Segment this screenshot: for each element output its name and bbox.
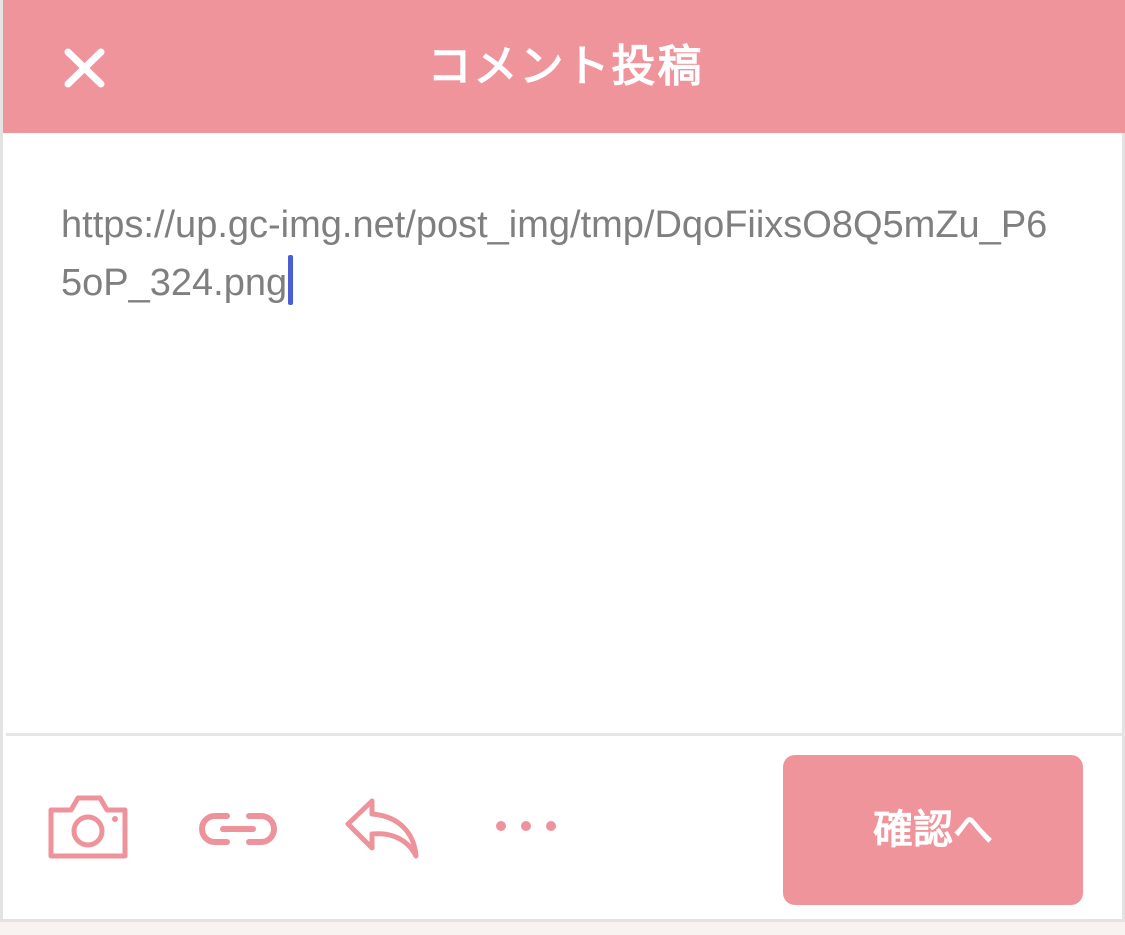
confirm-button[interactable]: 確認へ [783,755,1083,905]
close-button[interactable] [55,36,115,96]
link-button[interactable] [197,809,279,849]
more-button[interactable] [492,815,562,837]
comment-textarea[interactable]: https://up.gc-img.net/post_img/tmp/DqoFi… [6,133,1125,733]
link-icon [199,813,277,845]
comment-text-value: https://up.gc-img.net/post_img/tmp/DqoFi… [61,204,1048,304]
more-icon [496,821,556,831]
comment-text-content: https://up.gc-img.net/post_img/tmp/DqoFi… [61,196,1061,312]
dialog-header: コメント投稿 [3,0,1125,133]
page-title: コメント投稿 [427,41,704,92]
camera-button[interactable] [46,794,130,860]
reply-button[interactable] [342,796,424,862]
text-caret [288,255,294,305]
comment-compose-dialog: コメント投稿 https://up.gc-img.net/post_img/tm… [0,0,1125,922]
camera-icon [48,795,128,859]
compose-toolbar: 確認へ [6,736,1125,919]
close-icon [64,48,105,88]
reply-icon [345,798,419,859]
